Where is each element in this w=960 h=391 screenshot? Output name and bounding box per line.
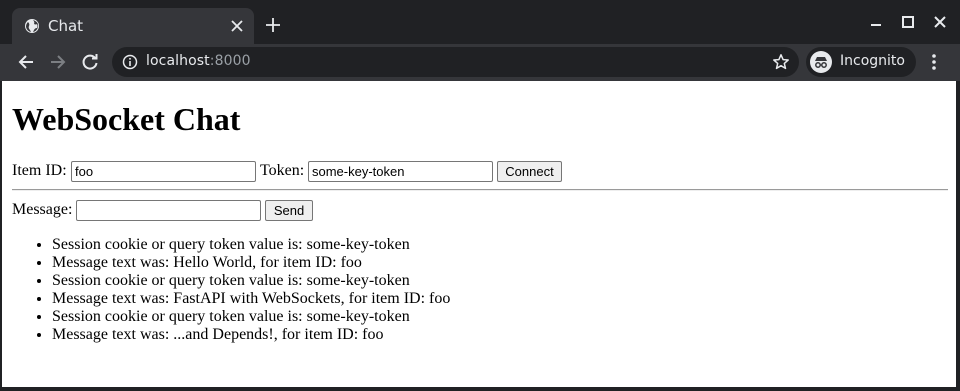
minimize-icon[interactable] [868,14,884,30]
message-label: Message: [12,201,73,218]
info-icon[interactable] [122,54,138,70]
list-item: Message text was: ...and Depends!, for i… [52,326,450,344]
forward-icon[interactable] [48,52,68,72]
address-bar[interactable]: localhost:8000 [112,47,799,77]
token-label: Token: [260,162,305,179]
star-icon[interactable] [772,53,790,71]
incognito-badge[interactable]: Incognito [806,47,916,77]
url-text: localhost:8000 [146,53,251,69]
messages-list: Session cookie or query token value is: … [12,236,450,344]
item-id-label: Item ID: [12,162,67,179]
message-input[interactable] [76,200,261,221]
close-window-icon[interactable] [932,14,948,30]
list-item: Message text was: FastAPI with WebSocket… [52,290,450,308]
send-button[interactable]: Send [265,200,313,221]
page-title: WebSocket Chat [12,101,241,137]
url-port: :8000 [209,53,251,69]
tab-chat[interactable]: Chat [12,8,254,44]
list-item: Session cookie or query token value is: … [52,236,450,254]
browser-window: Chat localhost:8000 Incognito WebSocket … [0,0,960,391]
item-id-input[interactable] [71,161,256,182]
new-tab-icon[interactable] [264,16,282,34]
connect-button[interactable]: Connect [497,161,562,182]
maximize-icon[interactable] [900,14,916,30]
divider [12,189,948,191]
url-host: localhost [146,53,210,69]
incognito-icon [810,51,832,73]
page-viewport: WebSocket Chat Item ID: Token: Connect M… [2,81,956,387]
tab-strip: Chat [0,0,960,44]
list-item: Message text was: Hello World, for item … [52,254,450,272]
list-item: Session cookie or query token value is: … [52,308,450,326]
globe-icon [25,19,39,33]
more-menu-icon[interactable] [926,52,942,72]
reload-icon[interactable] [80,52,100,72]
back-icon[interactable] [16,52,36,72]
tab-title: Chat [48,17,84,35]
list-item: Session cookie or query token value is: … [52,272,450,290]
close-icon[interactable] [230,19,244,33]
incognito-label: Incognito [840,53,905,69]
token-input[interactable] [308,161,493,182]
browser-toolbar: localhost:8000 Incognito [0,44,960,81]
